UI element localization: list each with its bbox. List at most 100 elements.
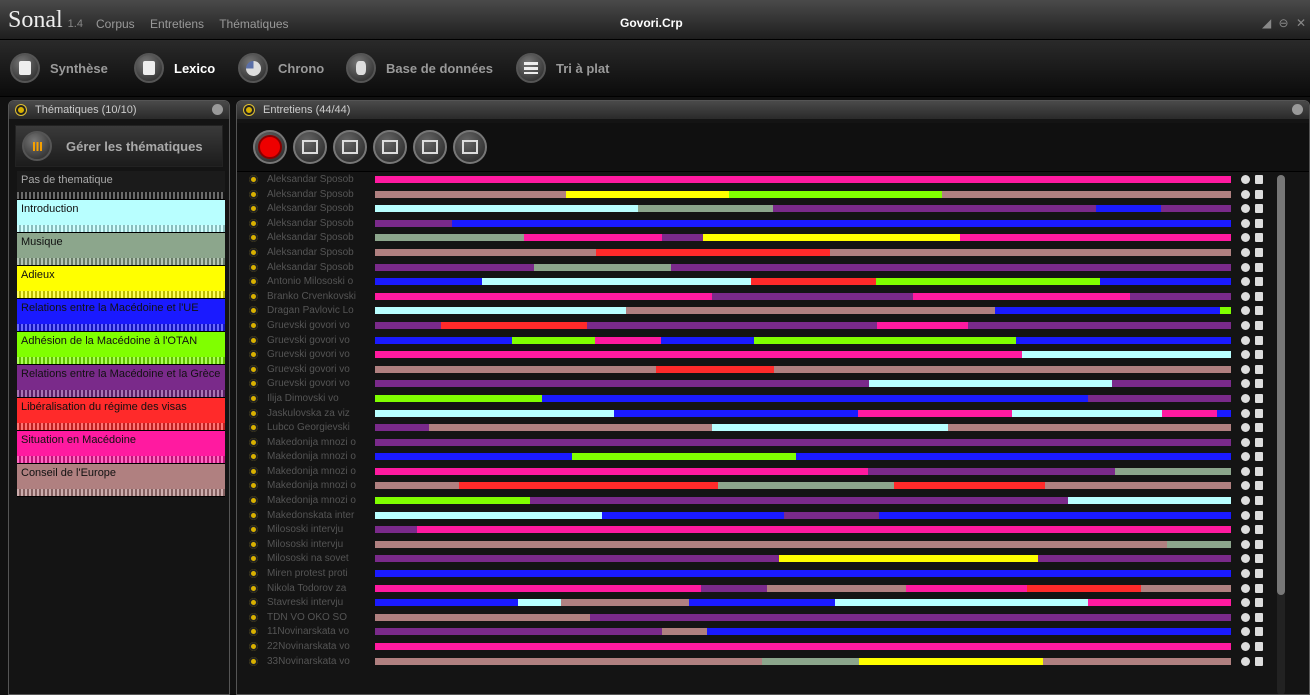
menu-entretiens[interactable]: Entretiens (150, 17, 204, 31)
theme-item[interactable]: Musique (17, 233, 225, 266)
collapse-icon[interactable] (1292, 104, 1303, 115)
panel-dot-icon[interactable] (15, 104, 27, 116)
minimize-icon[interactable]: ⊖ (1279, 16, 1289, 30)
play-icon[interactable] (1241, 496, 1250, 506)
document-icon[interactable] (1255, 656, 1263, 666)
document-icon[interactable] (1255, 320, 1263, 330)
interview-row[interactable]: Makedonija mnozi o (237, 479, 1277, 494)
interview-dot-icon[interactable] (249, 466, 258, 476)
interview-timeline[interactable] (375, 540, 1231, 548)
theme-item[interactable]: Adieux (17, 266, 225, 299)
interview-row[interactable]: Lubco Georgievski (237, 421, 1277, 436)
interview-dot-icon[interactable] (249, 569, 258, 579)
play-icon[interactable] (1241, 510, 1250, 520)
interview-dot-icon[interactable] (249, 204, 258, 214)
document-icon[interactable] (1255, 423, 1263, 433)
interview-timeline[interactable] (375, 482, 1231, 490)
document-icon[interactable] (1255, 554, 1263, 564)
document-icon[interactable] (1255, 277, 1263, 287)
interview-dot-icon[interactable] (249, 656, 258, 666)
play-icon[interactable] (1241, 423, 1250, 433)
interview-row[interactable]: Miren protest proti (237, 567, 1277, 582)
interview-timeline[interactable] (375, 453, 1231, 461)
interview-timeline[interactable] (375, 176, 1231, 183)
sort-button[interactable] (453, 130, 487, 164)
interview-timeline[interactable] (375, 307, 1231, 315)
document-icon[interactable] (1255, 437, 1263, 447)
interview-dot-icon[interactable] (249, 350, 258, 360)
interview-row[interactable]: Gruevski govori vo (237, 334, 1277, 349)
play-icon[interactable] (1241, 525, 1250, 535)
play-icon[interactable] (1241, 262, 1250, 272)
theme-item[interactable]: Introduction (17, 200, 225, 233)
interview-row[interactable]: Aleksandar Sposob (237, 217, 1277, 232)
interview-timeline[interactable] (375, 321, 1231, 329)
document-icon[interactable] (1255, 481, 1263, 491)
interview-dot-icon[interactable] (249, 306, 258, 316)
interview-row[interactable]: Aleksandar Sposob (237, 261, 1277, 276)
interview-timeline[interactable] (375, 336, 1231, 344)
document-icon[interactable] (1255, 466, 1263, 476)
search-button[interactable] (373, 130, 407, 164)
interview-timeline[interactable] (375, 190, 1231, 198)
document-icon[interactable] (1255, 393, 1263, 403)
interview-row[interactable]: Gruevski govori vo (237, 377, 1277, 392)
interview-dot-icon[interactable] (249, 247, 258, 257)
play-icon[interactable] (1241, 291, 1250, 301)
play-icon[interactable] (1241, 320, 1250, 330)
interview-timeline[interactable] (375, 263, 1231, 271)
play-icon[interactable] (1241, 466, 1250, 476)
document-icon[interactable] (1255, 496, 1263, 506)
interview-row[interactable]: TDN VO OKO SO (237, 611, 1277, 626)
play-icon[interactable] (1241, 364, 1250, 374)
add-interview-button[interactable] (293, 130, 327, 164)
interview-timeline[interactable] (375, 205, 1231, 213)
interview-dot-icon[interactable] (249, 554, 258, 564)
interview-timeline[interactable] (375, 643, 1231, 650)
document-icon[interactable] (1255, 598, 1263, 608)
interview-row[interactable]: Aleksandar Sposob (237, 246, 1277, 261)
document-icon[interactable] (1255, 218, 1263, 228)
interview-dot-icon[interactable] (249, 262, 258, 272)
interview-dot-icon[interactable] (249, 612, 258, 622)
interview-dot-icon[interactable] (249, 364, 258, 374)
play-icon[interactable] (1241, 583, 1250, 593)
interview-row[interactable]: 22Novinarskata vo (237, 640, 1277, 655)
document-icon[interactable] (1255, 379, 1263, 389)
interview-dot-icon[interactable] (249, 408, 258, 418)
document-icon[interactable] (1255, 204, 1263, 214)
interview-timeline[interactable] (375, 424, 1231, 432)
interview-dot-icon[interactable] (249, 379, 258, 389)
interview-dot-icon[interactable] (249, 539, 258, 549)
lexico-button[interactable]: Lexico (134, 50, 215, 86)
database-button[interactable]: Base de données (346, 50, 493, 86)
document-icon[interactable] (1255, 569, 1263, 579)
play-icon[interactable] (1241, 204, 1250, 214)
document-icon[interactable] (1255, 335, 1263, 345)
interview-row[interactable]: Makedonskata inter (237, 509, 1277, 524)
interview-timeline[interactable] (375, 219, 1231, 227)
interview-timeline[interactable] (375, 278, 1231, 286)
document-icon[interactable] (1255, 408, 1263, 418)
tri-a-plat-button[interactable]: Tri à plat (516, 50, 609, 86)
interview-row[interactable]: Branko Crvenkovski (237, 290, 1277, 305)
interview-dot-icon[interactable] (249, 642, 258, 651)
document-icon[interactable] (1255, 350, 1263, 360)
play-icon[interactable] (1241, 452, 1250, 462)
menu-corpus[interactable]: Corpus (96, 17, 135, 31)
interview-timeline[interactable] (375, 613, 1231, 621)
interview-row[interactable]: Aleksandar Sposob (237, 202, 1277, 217)
play-icon[interactable] (1241, 218, 1250, 228)
interview-dot-icon[interactable] (249, 510, 258, 520)
document-icon[interactable] (1255, 510, 1263, 520)
play-icon[interactable] (1241, 189, 1250, 199)
interview-timeline[interactable] (375, 394, 1231, 402)
interview-row[interactable]: Dragan Pavlovic Lo (237, 304, 1277, 319)
theme-item[interactable]: Conseil de l'Europe (17, 464, 225, 497)
interview-dot-icon[interactable] (249, 496, 258, 506)
interview-row[interactable]: Aleksandar Sposob (237, 173, 1277, 188)
interview-timeline[interactable] (375, 438, 1231, 446)
interview-row[interactable]: 33Novinarskata vo (237, 655, 1277, 670)
interview-timeline[interactable] (375, 380, 1231, 388)
play-icon[interactable] (1241, 642, 1250, 651)
